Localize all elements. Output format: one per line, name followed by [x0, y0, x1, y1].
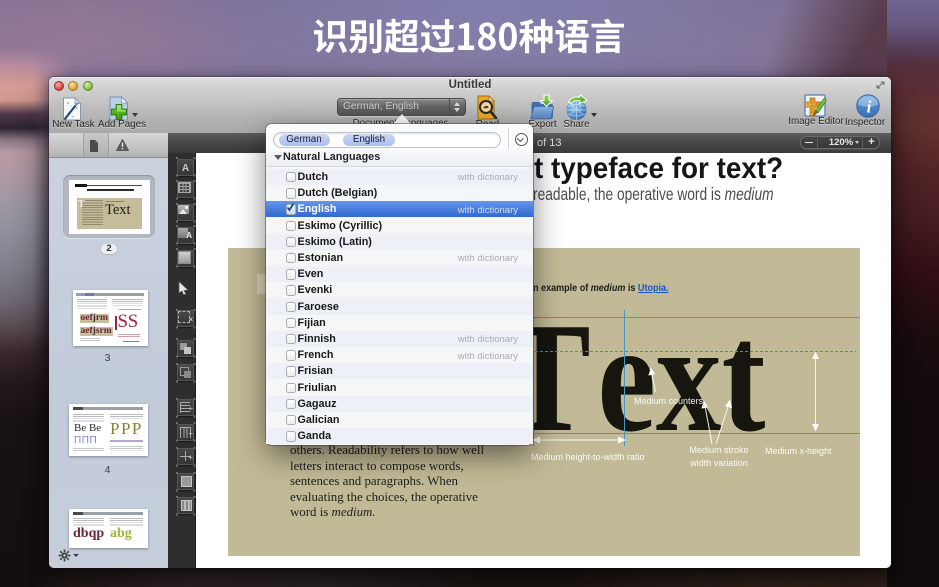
svg-text:i: i	[867, 98, 872, 117]
